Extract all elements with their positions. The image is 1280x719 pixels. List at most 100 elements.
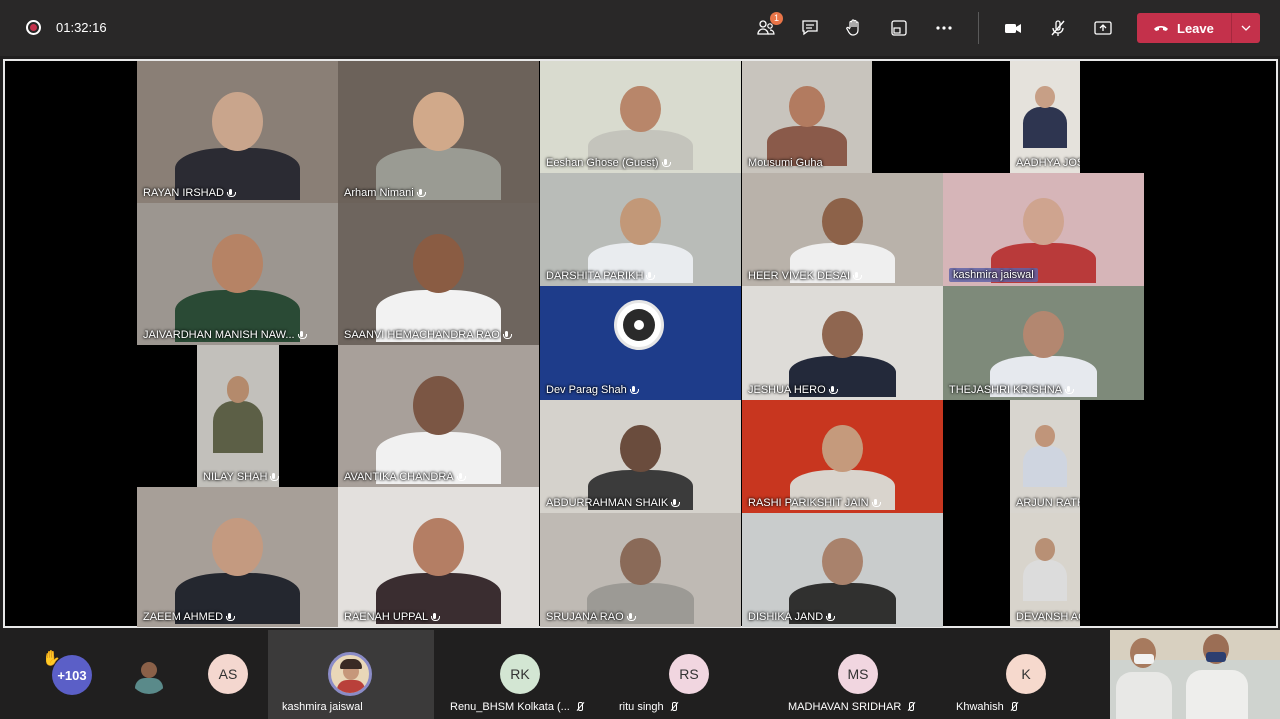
participant-name: MADHAVAN SRIDHAR xyxy=(788,701,915,713)
hang-up-icon xyxy=(1154,26,1168,31)
raise-hand-button[interactable] xyxy=(839,14,869,42)
meeting-timer: 01:32:16 xyxy=(56,20,107,35)
participant-name-label: RAENAH UPPAL xyxy=(344,611,441,623)
video-tile[interactable]: Dev Parag Shah xyxy=(540,286,741,400)
microphone-icon xyxy=(671,498,681,508)
participant-tile[interactable] xyxy=(108,630,190,719)
participant-video-body xyxy=(212,401,264,453)
participant-video-head xyxy=(212,517,263,576)
camera-button[interactable] xyxy=(998,14,1028,42)
microphone-button[interactable] xyxy=(1043,14,1073,42)
video-tile[interactable]: JESHUA HERO xyxy=(742,286,943,400)
participant-tile[interactable]: K Khwahish xyxy=(942,630,1110,719)
participant-video-head xyxy=(211,234,264,294)
participant-name-label: ZAEEM AHMED xyxy=(143,611,236,623)
video-tile[interactable]: DARSHITA PARIKH xyxy=(540,173,741,286)
leave-main-button[interactable]: Leave xyxy=(1137,13,1231,43)
participant-name-label: AVANTIKA CHANDRA xyxy=(344,471,466,483)
leave-button[interactable]: Leave xyxy=(1137,13,1260,43)
video-tile[interactable]: SRUJANA RAO xyxy=(540,513,741,627)
microphone-icon xyxy=(297,330,307,340)
share-button[interactable] xyxy=(1088,14,1118,42)
participant-tile[interactable]: MS MADHAVAN SRIDHAR xyxy=(774,630,942,719)
participant-name-label: ARJUN RATHI xyxy=(1016,497,1080,509)
participant-tile[interactable]: RK Renu_BHSM Kolkata (... xyxy=(434,630,604,719)
video-tile[interactable]: RAENAH UPPAL xyxy=(338,487,539,627)
participant-name-label: DEVANSH AGRAWAL xyxy=(1016,611,1080,623)
more-actions-button[interactable] xyxy=(929,14,959,42)
participant-video-head xyxy=(821,311,863,359)
participant-name-label: HEER VIVEK DESAI xyxy=(748,270,863,282)
participant-tile-speaking[interactable]: kashmira jaiswal xyxy=(268,630,434,719)
participants-button[interactable]: 1 xyxy=(751,12,783,42)
leave-options-button[interactable] xyxy=(1231,13,1260,43)
avatar: AS xyxy=(208,654,248,694)
participant-name-label: RAYAN IRSHAD xyxy=(143,187,236,199)
participant-name-label: DISHIKA JAND xyxy=(748,611,836,623)
participant-video-head xyxy=(620,424,661,472)
video-tile[interactable]: Eeshan Ghose (Guest) xyxy=(540,61,741,173)
microphone-icon xyxy=(416,188,426,198)
video-tile[interactable]: AADHYA JOSHI xyxy=(1010,61,1080,173)
video-tile[interactable]: AVANTIKA CHANDRA xyxy=(338,345,539,487)
participant-name: ritu singh xyxy=(619,701,678,713)
mic-off-icon xyxy=(1009,702,1018,712)
participant-tile[interactable]: RS ritu singh xyxy=(604,630,774,719)
video-tile[interactable]: THEJASHRI KRISHNA xyxy=(943,286,1144,400)
video-tile[interactable]: ABDURRAHMAN SHAIK xyxy=(540,400,741,513)
participant-video-head xyxy=(821,538,863,586)
video-tile[interactable]: kashmira jaiswal xyxy=(943,173,1144,286)
rooms-button[interactable] xyxy=(884,14,914,42)
video-tile[interactable]: Arham Nimani xyxy=(338,61,539,203)
participant-video-head xyxy=(211,92,264,152)
obs-logo-icon xyxy=(614,300,664,350)
participant-name: kashmira jaiswal xyxy=(282,701,363,713)
microphone-icon xyxy=(828,385,838,395)
video-tile[interactable]: DISHIKA JAND xyxy=(742,513,943,627)
participant-video-body xyxy=(1023,107,1067,148)
video-tile[interactable]: RASHI PARIKSHIT JAIN xyxy=(742,400,943,513)
avatar-initials: AS xyxy=(218,666,238,682)
video-tile[interactable]: NILAY SHAH xyxy=(197,345,279,487)
participant-video-head xyxy=(1023,197,1064,245)
participant-video-head xyxy=(619,538,661,586)
participant-name-label: RASHI PARIKSHIT JAIN xyxy=(748,497,881,509)
mic-off-icon xyxy=(669,702,678,712)
microphone-icon xyxy=(456,472,466,482)
chat-button[interactable] xyxy=(795,14,825,42)
microphone-icon xyxy=(1065,385,1075,395)
video-tile[interactable]: HEER VIVEK DESAI xyxy=(742,173,943,286)
microphone-muted-icon xyxy=(1051,20,1065,36)
avatar-initials: RK xyxy=(510,666,530,682)
overflow-participants-button[interactable]: +103 xyxy=(52,655,92,695)
participant-name-label: SRUJANA RAO xyxy=(546,611,636,623)
breakout-rooms-icon xyxy=(891,20,907,36)
avatar: K xyxy=(1006,654,1046,694)
participant-name-label: SAANVI HEMACHANDRA RAO xyxy=(344,329,512,341)
participant-video-head xyxy=(412,376,465,436)
video-tile[interactable]: SAANVI HEMACHANDRA RAO xyxy=(338,203,539,345)
video-tile[interactable]: ARJUN RATHI xyxy=(1010,400,1080,513)
participant-video-head xyxy=(788,85,826,128)
video-tile[interactable]: Mousumi Guha xyxy=(742,61,872,173)
more-icon xyxy=(936,26,952,30)
video-tile[interactable]: JAIVARDHAN MANISH NAW... xyxy=(137,203,338,345)
participant-video-head xyxy=(1035,538,1055,561)
microphone-icon xyxy=(661,158,671,168)
video-tile[interactable]: DEVANSH AGRAWAL xyxy=(1010,513,1080,627)
microphone-icon xyxy=(226,612,236,622)
video-tile[interactable]: RAYAN IRSHAD xyxy=(137,61,338,203)
video-tile[interactable]: ZAEEM AHMED xyxy=(137,487,338,627)
participant-name-label: AADHYA JOSHI xyxy=(1016,157,1080,169)
microphone-icon xyxy=(826,612,836,622)
participant-tile[interactable]: AS xyxy=(190,630,268,719)
participant-name-label: NILAY SHAH xyxy=(203,471,279,483)
participant-name-label: JESHUA HERO xyxy=(748,384,838,396)
avatar-initials: RS xyxy=(679,666,699,682)
avatar: RS xyxy=(669,654,709,694)
participant-video-head xyxy=(620,85,661,132)
participant-name-label: Arham Nimani xyxy=(344,187,426,199)
participant-name: Renu_BHSM Kolkata (... xyxy=(450,701,584,713)
participant-name: Khwahish xyxy=(956,701,1018,713)
participant-name-label: ABDURRAHMAN SHAIK xyxy=(546,497,681,509)
